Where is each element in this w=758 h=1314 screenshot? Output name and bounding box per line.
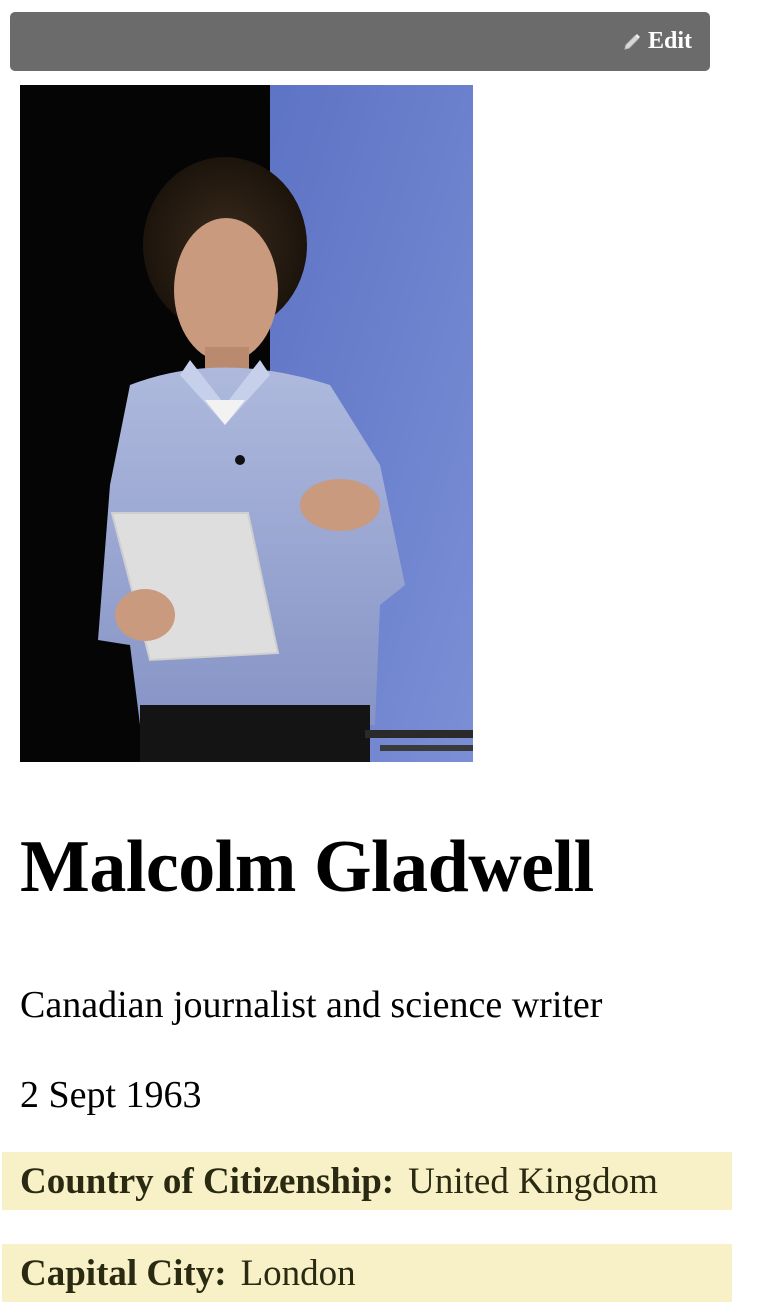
fact-value-country: United Kingdom	[408, 1160, 658, 1202]
pencil-icon	[622, 32, 642, 52]
fact-label-capital: Capital City:	[20, 1252, 227, 1294]
fact-row-country: Country of Citizenship: United Kingdom	[2, 1152, 732, 1210]
fact-row-capital: Capital City: London	[2, 1244, 732, 1302]
person-name: Malcolm Gladwell	[20, 826, 594, 908]
person-photo	[20, 85, 473, 762]
birth-date: 2 Sept 1963	[20, 1074, 202, 1116]
person-description: Canadian journalist and science writer	[20, 984, 603, 1026]
entity-card: Edit Malcolm Gladwell Canadian journalis…	[0, 0, 758, 1314]
fact-value-capital: London	[240, 1252, 356, 1294]
fact-label-country: Country of Citizenship:	[20, 1160, 395, 1202]
edit-button[interactable]: Edit	[622, 12, 692, 71]
edit-toolbar: Edit	[10, 12, 710, 71]
edit-label: Edit	[647, 28, 692, 54]
